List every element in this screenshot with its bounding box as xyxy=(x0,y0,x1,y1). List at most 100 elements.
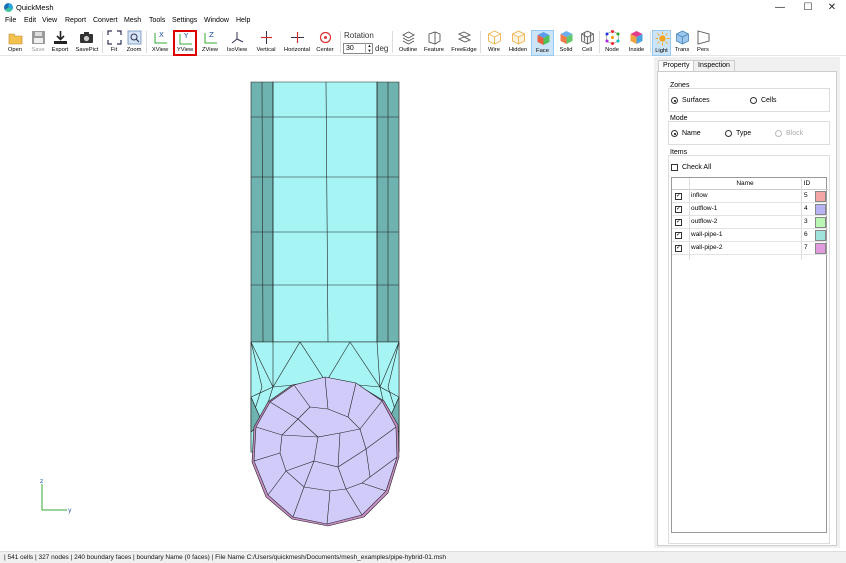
row-color-swatch[interactable] xyxy=(815,191,826,202)
pers-button[interactable]: Pers xyxy=(693,30,713,56)
row-id: 3 xyxy=(804,218,808,225)
yview-label: YView xyxy=(176,47,194,53)
check-all-checkbox[interactable] xyxy=(671,164,678,171)
menu-tools[interactable]: Tools xyxy=(149,17,165,24)
horizontal-rotate-icon xyxy=(291,32,304,43)
table-row[interactable]: ✓ wall-pipe-2 7 xyxy=(672,242,828,255)
table-row[interactable]: ✓ outflow-1 4 xyxy=(672,203,828,216)
solid-button[interactable]: Solid xyxy=(555,30,577,56)
camera-icon xyxy=(80,32,93,43)
iso-view-icon xyxy=(231,32,244,44)
axis-triad xyxy=(41,484,67,511)
row-name: wall-pipe-1 xyxy=(691,231,723,238)
toolbar-separator xyxy=(599,31,600,53)
open-button[interactable]: Open xyxy=(4,30,26,56)
x-axis-view-icon: X xyxy=(154,31,167,44)
isoview-button[interactable]: IsoView xyxy=(224,30,250,56)
zview-label: ZView xyxy=(201,47,218,53)
mode-name-radio[interactable] xyxy=(671,130,678,137)
feature-button[interactable]: Feature xyxy=(421,30,447,56)
isoview-label: IsoView xyxy=(226,47,248,53)
check-all-label: Check All xyxy=(682,164,712,171)
solid-label: Solid xyxy=(559,47,573,53)
rotation-spinner[interactable]: ▲ ▼ xyxy=(365,43,373,54)
maximize-button[interactable]: ☐ xyxy=(797,1,819,15)
center-label: Center xyxy=(316,47,334,53)
inside-button[interactable]: Inside xyxy=(625,30,648,56)
menu-edit[interactable]: Edit xyxy=(24,17,36,24)
row-name: outflow-1 xyxy=(691,205,718,212)
save-label: Save xyxy=(31,47,45,53)
close-button[interactable]: ✕ xyxy=(821,1,843,15)
mode-block-radio[interactable] xyxy=(775,130,782,137)
menu-mesh[interactable]: Mesh xyxy=(124,17,141,24)
vertical-button[interactable]: Vertical xyxy=(253,30,279,56)
tab-property[interactable]: Property xyxy=(658,60,695,71)
window-title: QuickMesh xyxy=(16,3,54,12)
toolbar-separator xyxy=(480,31,481,53)
tab-inspection[interactable]: Inspection xyxy=(693,60,735,71)
feature-icon xyxy=(428,31,441,45)
minimize-button[interactable]: — xyxy=(769,1,791,15)
outline-button[interactable]: Outline xyxy=(396,30,420,56)
svg-text:X: X xyxy=(159,31,164,39)
row-checkbox[interactable]: ✓ xyxy=(675,232,682,239)
row-checkbox[interactable]: ✓ xyxy=(675,219,682,226)
title-bar: QuickMesh — ☐ ✕ xyxy=(0,0,846,16)
target-icon xyxy=(319,31,332,44)
menu-help[interactable]: Help xyxy=(236,17,250,24)
wire-button[interactable]: Wire xyxy=(483,30,505,56)
zview-button[interactable]: Z ZView xyxy=(198,30,222,56)
row-color-swatch[interactable] xyxy=(815,204,826,215)
export-button[interactable]: Export xyxy=(49,30,71,56)
menu-convert[interactable]: Convert xyxy=(93,17,118,24)
cells-radio[interactable] xyxy=(750,97,757,104)
horizontal-button[interactable]: Horizontal xyxy=(281,30,313,56)
horizontal-label: Horizontal xyxy=(283,47,311,53)
mode-type-radio[interactable] xyxy=(725,130,732,137)
table-row[interactable]: ✓ outflow-2 3 xyxy=(672,216,828,229)
xview-button[interactable]: X XView xyxy=(148,30,172,56)
table-row[interactable]: ✓ inflow 5 xyxy=(672,190,828,203)
freeedge-label: FreeEdge xyxy=(451,47,477,53)
trans-button[interactable]: Trans xyxy=(672,30,692,56)
row-id: 4 xyxy=(804,205,808,212)
toolbar-separator xyxy=(650,31,651,53)
trans-label: Trans xyxy=(674,47,690,53)
table-header-check xyxy=(672,178,689,190)
fit-button[interactable]: Fit xyxy=(104,30,124,56)
table-header-name: Name xyxy=(689,178,801,190)
table-row[interactable]: ✓ wall-pipe-1 6 xyxy=(672,229,828,242)
menu-settings[interactable]: Settings xyxy=(172,17,197,24)
menu-report[interactable]: Report xyxy=(65,17,86,24)
row-checkbox[interactable]: ✓ xyxy=(675,245,682,252)
center-button[interactable]: Center xyxy=(313,30,337,56)
menu-file[interactable]: File xyxy=(5,17,16,24)
node-button[interactable]: Node xyxy=(601,30,623,56)
save-button[interactable]: Save xyxy=(28,30,48,56)
row-name: inflow xyxy=(691,192,708,199)
savepict-button[interactable]: SavePict xyxy=(73,30,101,56)
light-button[interactable]: Light xyxy=(652,30,671,56)
freeedge-button[interactable]: FreeEdge xyxy=(449,30,479,56)
perspective-icon xyxy=(697,30,710,45)
menu-window[interactable]: Window xyxy=(204,17,229,24)
face-button[interactable]: Face xyxy=(531,30,554,56)
toolbar-separator xyxy=(102,31,103,53)
menu-view[interactable]: View xyxy=(42,17,57,24)
row-checkbox[interactable]: ✓ xyxy=(675,206,682,213)
yview-button[interactable]: Y YView xyxy=(173,30,197,56)
rotation-label: Rotation xyxy=(344,31,374,40)
mesh-viewport[interactable]: z y xyxy=(0,57,650,550)
row-color-swatch[interactable] xyxy=(815,217,826,228)
row-color-swatch[interactable] xyxy=(815,243,826,254)
row-checkbox[interactable]: ✓ xyxy=(675,193,682,200)
surfaces-radio[interactable] xyxy=(671,97,678,104)
cell-button[interactable]: Cell xyxy=(577,30,597,56)
hidden-button[interactable]: Hidden xyxy=(506,30,530,56)
row-color-swatch[interactable] xyxy=(815,230,826,241)
row-name: outflow-2 xyxy=(691,218,718,225)
zoom-button[interactable]: Zoom xyxy=(124,30,144,56)
zoom-icon xyxy=(127,30,142,45)
axis-y-label: y xyxy=(68,507,72,514)
